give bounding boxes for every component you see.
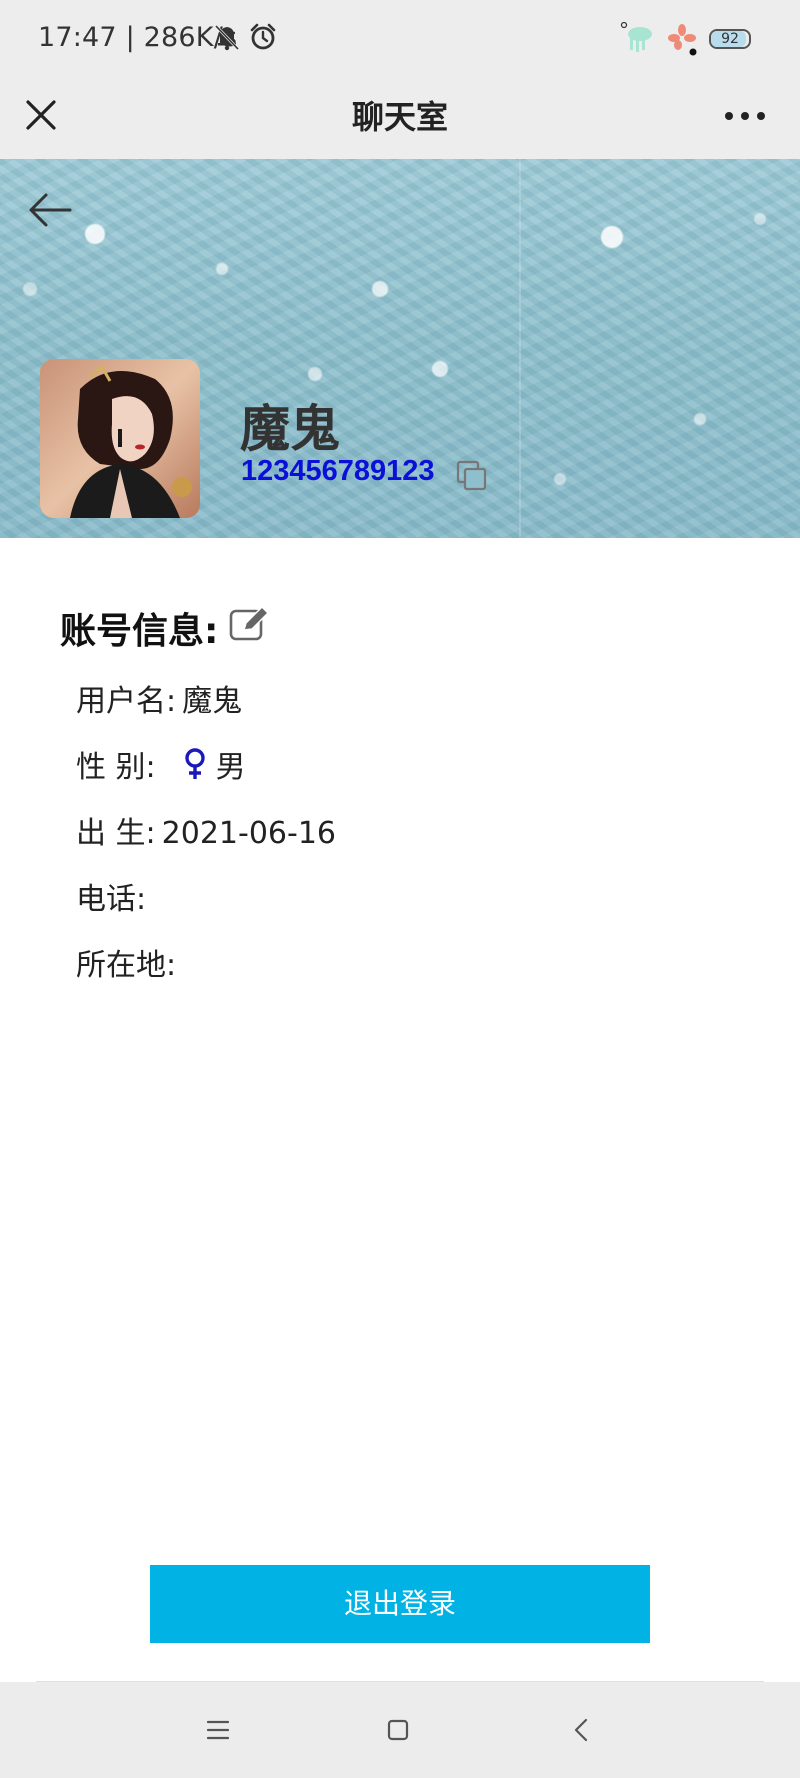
gender-label: 性 别:	[76, 750, 156, 785]
title-bar: 聊天室	[0, 80, 800, 159]
logout-button[interactable]: 退出登录	[150, 1565, 650, 1643]
location-label: 所在地:	[76, 948, 177, 983]
system-nav-bar	[0, 1682, 800, 1778]
info-row-phone: 电话:	[76, 874, 152, 918]
info-row-gender: 性 别: 男	[76, 742, 246, 786]
info-row-birth: 出 生: 2021-06-16	[76, 808, 336, 852]
battery-indicator: 92	[709, 29, 751, 49]
info-row-username: 用户名: 魔鬼	[76, 676, 242, 720]
birth-value: 2021-06-16	[161, 816, 337, 851]
flower-notification-icon	[668, 24, 697, 56]
alarm-clock-icon	[250, 23, 276, 50]
username-label: 用户名:	[76, 684, 177, 719]
battery-level-text: 92	[721, 31, 739, 47]
username-value: 魔鬼	[182, 684, 243, 719]
info-row-location: 所在地:	[76, 940, 182, 984]
phone-label: 电话:	[76, 882, 147, 917]
edit-icon[interactable]	[228, 604, 272, 644]
more-icon[interactable]	[720, 96, 770, 136]
female-symbol-icon	[184, 748, 205, 779]
account-info-title: 账号信息:	[60, 611, 219, 652]
copy-icon[interactable]	[455, 459, 489, 493]
page-title: 聊天室	[351, 98, 448, 136]
arrow-left-icon[interactable]	[26, 185, 76, 235]
profile-nickname: 魔鬼	[240, 400, 340, 458]
avatar-portrait-image	[40, 359, 200, 518]
status-bar: 17:47 | 286K/s 92	[0, 0, 800, 80]
gender-value: 男	[215, 750, 246, 785]
profile-user-id: 123456789123	[241, 455, 435, 487]
chevron-left-icon[interactable]	[560, 1708, 604, 1752]
profile-banner: 魔鬼 123456789123	[0, 159, 800, 538]
bell-muted-icon	[214, 24, 240, 51]
app-notification-icon	[620, 21, 652, 52]
status-time-speed: 17:47 | 286K/s	[38, 22, 238, 53]
banner-seam	[519, 159, 521, 538]
avatar[interactable]	[40, 359, 200, 518]
home-square-icon[interactable]	[376, 1708, 420, 1752]
birth-label: 出 生:	[76, 816, 156, 851]
menu-icon[interactable]	[196, 1708, 240, 1752]
